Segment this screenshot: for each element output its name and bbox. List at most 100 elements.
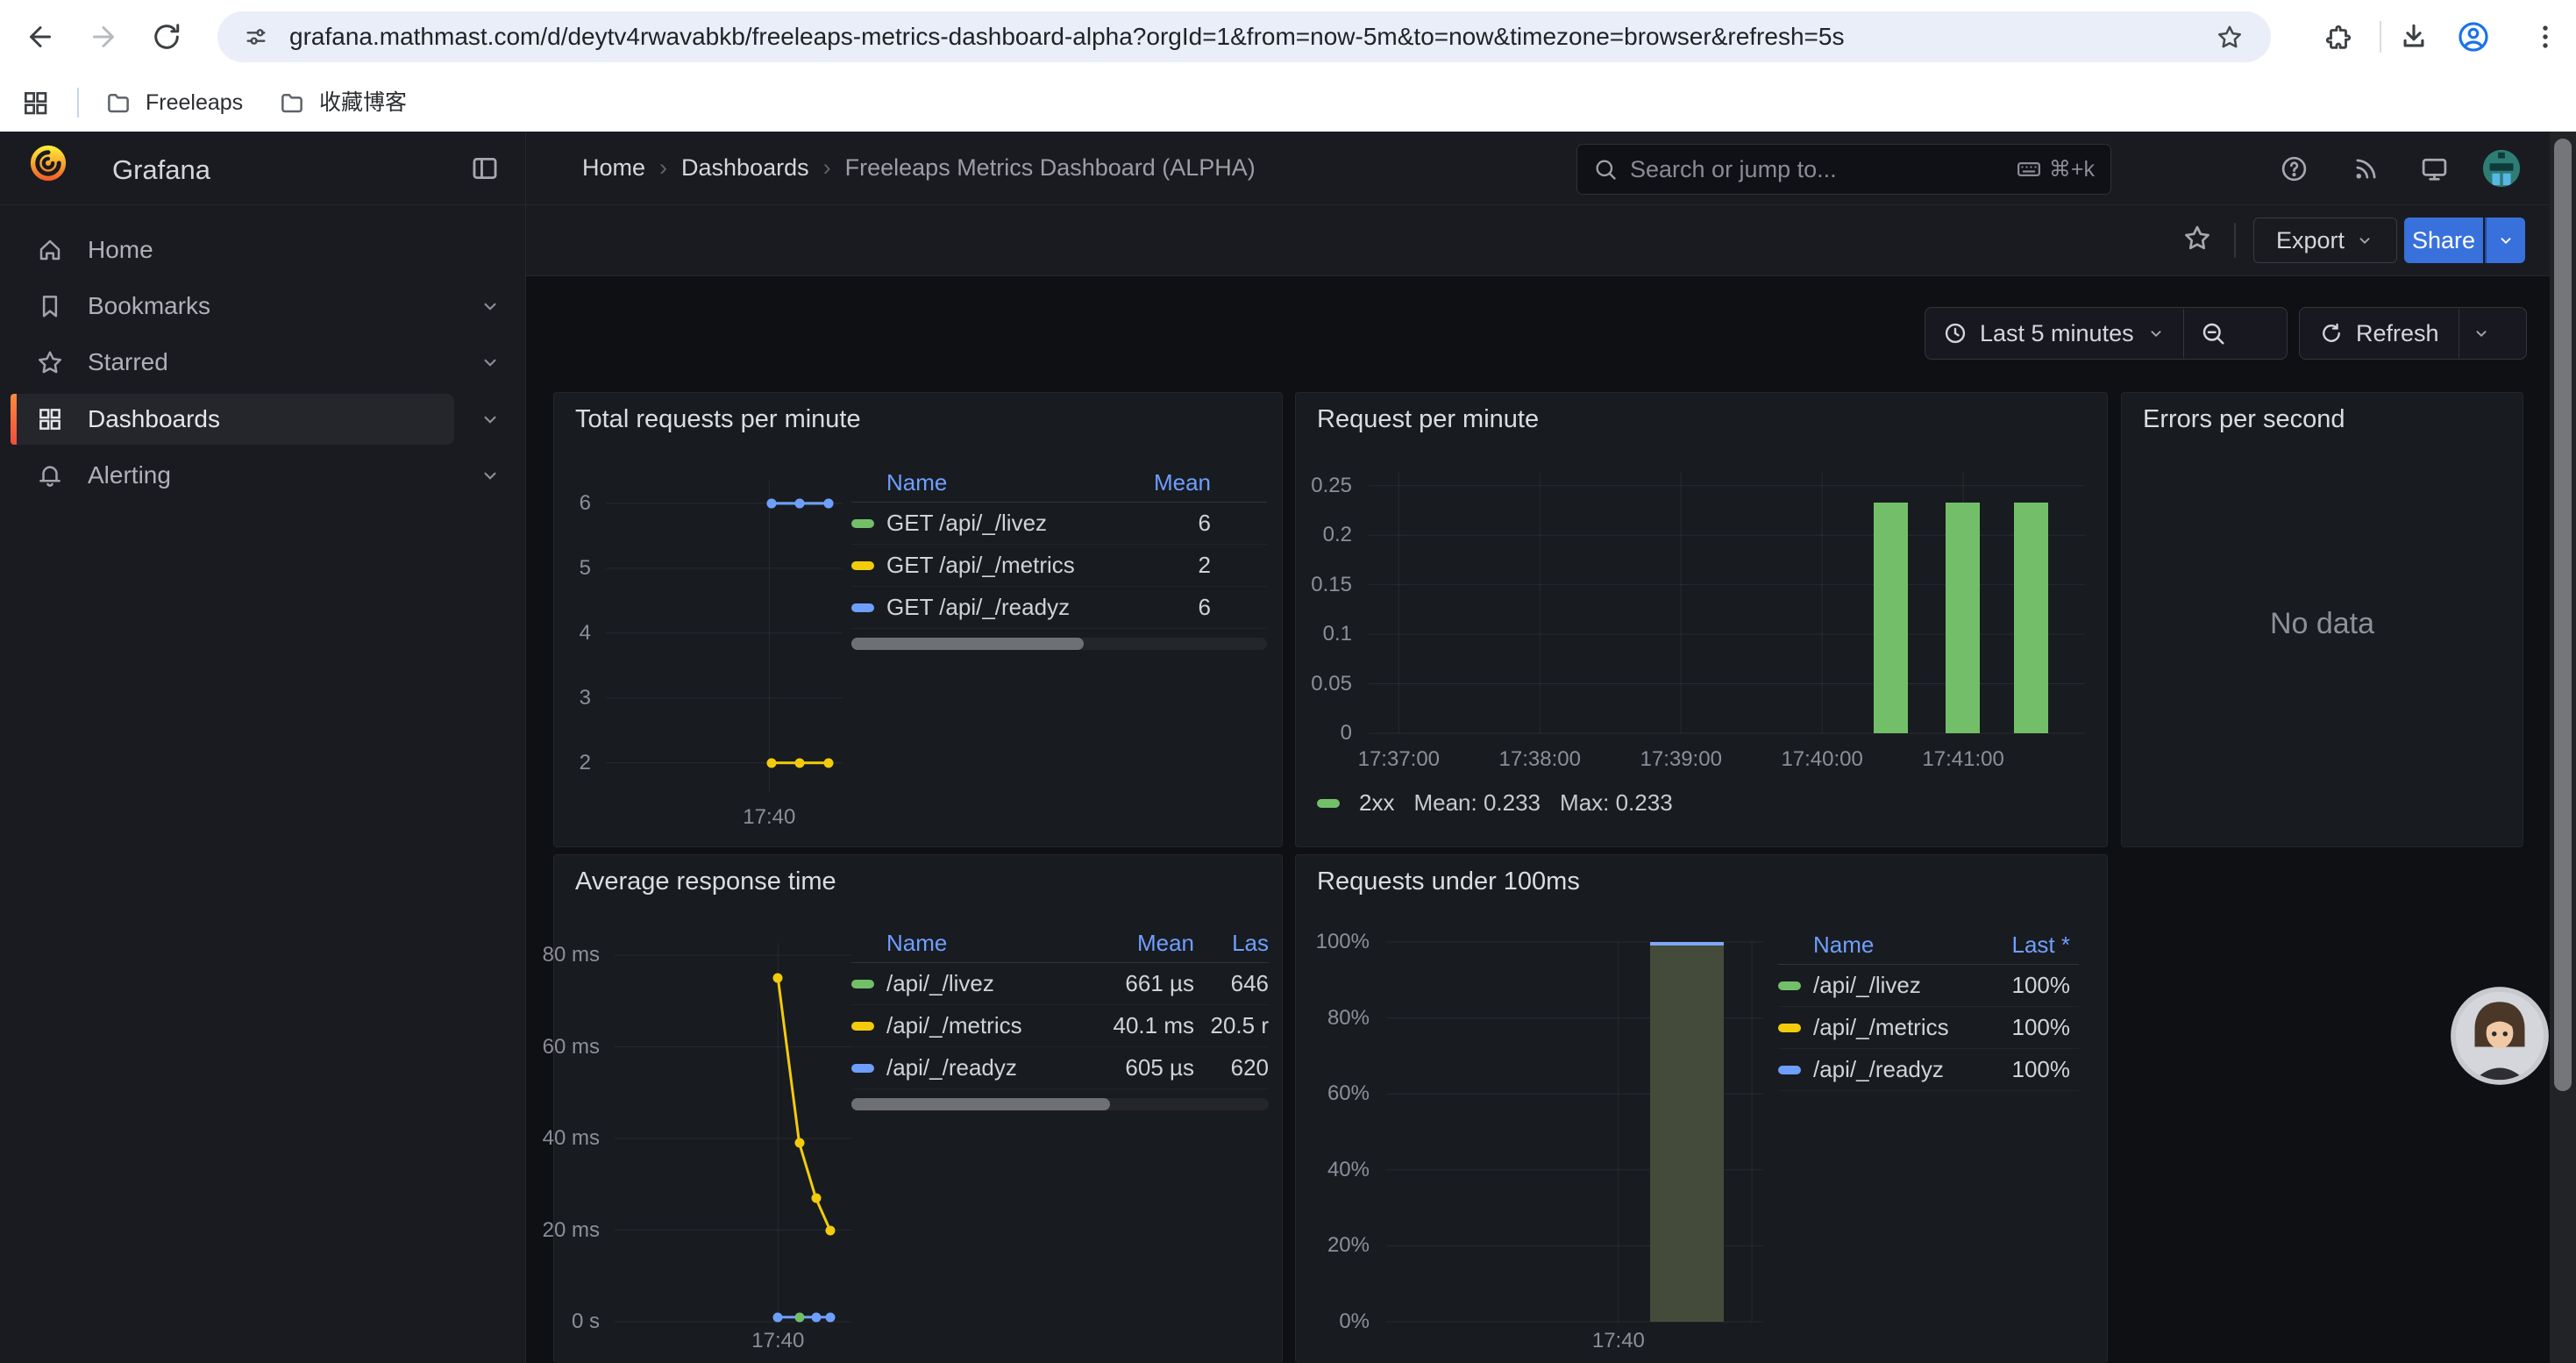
bookmark-star-icon[interactable] — [2217, 24, 2243, 50]
url-bar[interactable]: grafana.mathmast.com/d/deytv4rwavabkb/fr… — [217, 11, 2271, 62]
panel-title[interactable]: Total requests per minute — [575, 405, 861, 434]
forward-icon[interactable] — [88, 21, 119, 53]
legend-scrollbar-thumb[interactable] — [851, 638, 1084, 650]
series-swatch — [851, 980, 874, 988]
favorite-star-icon[interactable] — [2183, 224, 2211, 252]
legend-row[interactable]: /api/_/livez100% — [1778, 965, 2079, 1007]
legend-row[interactable]: /api/_/readyz100% — [1778, 1049, 2079, 1091]
data-point — [767, 498, 777, 508]
legend-scrollbar[interactable] — [851, 1098, 1269, 1110]
chart-plot — [615, 943, 851, 1322]
home-icon — [37, 237, 63, 263]
chevron-down-icon[interactable] — [479, 408, 502, 431]
y-tick-label: 0.25 — [1311, 474, 1352, 498]
breadcrumb-home[interactable]: Home — [582, 154, 645, 182]
breadcrumb-dashboards[interactable]: Dashboards — [681, 154, 809, 182]
panel-title[interactable]: Errors per second — [2143, 405, 2345, 434]
legend-cell: /api/_/readyz — [1813, 1056, 1965, 1083]
chevron-down-icon[interactable] — [479, 351, 502, 374]
legend-row[interactable]: /api/_/livez661 µs646 — [851, 963, 1269, 1005]
chevron-down-icon[interactable] — [479, 464, 502, 487]
bar — [1946, 503, 1980, 733]
refresh-interval-button[interactable] — [2459, 324, 2503, 343]
legend-row[interactable]: GET /api/_/metrics2 — [851, 545, 1267, 587]
y-axis-labels: 80 ms60 ms40 ms20 ms0 s — [554, 943, 605, 1322]
legend-inline[interactable]: 2xx Mean: 0.233 Max: 0.233 — [1317, 789, 1673, 817]
legend-cell: 2 — [1106, 552, 1211, 579]
legend-row[interactable]: GET /api/_/readyz6 — [851, 587, 1267, 629]
y-tick-label: 80% — [1327, 1006, 1370, 1031]
bookmark-label: 收藏博客 — [319, 74, 407, 132]
y-tick-label: 40% — [1327, 1158, 1370, 1182]
star-icon — [37, 349, 63, 375]
legend-row[interactable]: /api/_/metrics40.1 ms20.5 r — [851, 1005, 1269, 1047]
grafana-logo[interactable] — [28, 143, 68, 183]
scrollbar-thumb[interactable] — [2554, 139, 2572, 1091]
sidebar-item-home[interactable]: Home — [0, 222, 525, 278]
apps-grid-icon[interactable] — [21, 89, 49, 117]
x-tick-label: 17:40 — [751, 1329, 804, 1353]
refresh-button[interactable]: Refresh — [2300, 320, 2459, 347]
bookmark-folder-freeleaps[interactable]: Freeleaps — [105, 74, 243, 132]
sidebar-item-bookmarks[interactable]: Bookmarks — [0, 278, 525, 334]
search-input[interactable]: Search or jump to... ⌘+k — [1576, 144, 2111, 195]
legend-column-header[interactable]: Mean — [1106, 469, 1211, 496]
x-tick-label: 17:40:00 — [1781, 747, 1862, 772]
share-menu-button[interactable] — [2485, 218, 2525, 263]
site-settings-icon[interactable] — [244, 25, 268, 49]
sidebar-item-starred[interactable]: Starred — [0, 334, 525, 390]
legend-row[interactable]: GET /api/_/livez6 — [851, 503, 1267, 545]
legend-column-header[interactable]: Las — [1194, 930, 1269, 957]
user-avatar[interactable] — [2481, 148, 2522, 189]
legend-header-row: NameLast * — [1778, 925, 2079, 965]
sidebar-item-dashboards[interactable]: Dashboards — [0, 391, 525, 447]
legend-column-header[interactable]: Name — [886, 930, 1080, 957]
legend-column-header[interactable]: Mean — [1080, 930, 1194, 957]
share-button[interactable]: Share — [2404, 218, 2483, 263]
legend-column-header[interactable]: Name — [886, 469, 1106, 496]
monitor-icon[interactable] — [2420, 154, 2449, 183]
toolbar-separator — [2234, 223, 2236, 258]
chevron-down-icon[interactable] — [479, 295, 502, 318]
export-button[interactable]: Export — [2253, 218, 2397, 263]
chevron-down-icon — [2146, 324, 2166, 343]
series-mean: Mean: 0.233 — [1413, 789, 1541, 817]
help-icon[interactable] — [2280, 154, 2309, 183]
back-icon[interactable] — [25, 21, 56, 53]
panel-title[interactable]: Request per minute — [1317, 405, 1539, 434]
y-tick-label: 5 — [580, 556, 591, 581]
bell-icon — [37, 462, 63, 489]
reload-icon[interactable] — [151, 21, 182, 53]
series-max: Max: 0.233 — [1560, 789, 1673, 817]
keyboard-icon — [2016, 156, 2042, 182]
legend-column-header[interactable]: Name — [1813, 931, 1965, 959]
panel-title[interactable]: Average response time — [575, 867, 836, 896]
panel-title[interactable]: Requests under 100ms — [1317, 867, 1580, 896]
sidebar-toggle-icon[interactable] — [470, 153, 500, 183]
legend-scrollbar[interactable] — [851, 638, 1267, 650]
panel-requests-under-100ms: Requests under 100ms 100%80%60%40%20%0% … — [1295, 854, 2108, 1363]
url-text[interactable]: grafana.mathmast.com/d/deytv4rwavabkb/fr… — [289, 11, 1844, 62]
sidebar-item-label: Dashboards — [88, 405, 220, 433]
legend-column-header[interactable]: Last * — [1965, 931, 2070, 959]
sidebar-item-alerting[interactable]: Alerting — [0, 447, 525, 503]
panel-errors-per-second: Errors per second No data — [2121, 392, 2523, 847]
zoom-out-button[interactable] — [2184, 320, 2242, 346]
floating-assistant-avatar[interactable] — [2450, 986, 2550, 1086]
bookmark-folder-blogs[interactable]: 收藏博客 — [279, 74, 407, 132]
legend-row[interactable]: /api/_/readyz605 µs620 — [851, 1047, 1269, 1089]
time-range-picker[interactable]: Last 5 minutes — [1925, 320, 2183, 347]
download-icon[interactable] — [2399, 22, 2429, 52]
sidebar-divider — [525, 132, 526, 1363]
legend-row[interactable]: /api/_/metrics100% — [1778, 1007, 2079, 1049]
extensions-icon[interactable] — [2323, 23, 2353, 53]
y-tick-label: 3 — [580, 686, 591, 710]
legend-scrollbar-thumb[interactable] — [851, 1098, 1110, 1110]
breadcrumb: Home › Dashboards › Freeleaps Metrics Da… — [582, 132, 1256, 204]
profile-icon[interactable] — [2457, 20, 2490, 54]
y-tick-label: 100% — [1316, 930, 1370, 954]
chrome-divider — [2380, 21, 2381, 53]
rss-news-icon[interactable] — [2352, 154, 2380, 183]
menu-kebab-icon[interactable] — [2530, 22, 2560, 52]
data-point — [823, 758, 833, 767]
